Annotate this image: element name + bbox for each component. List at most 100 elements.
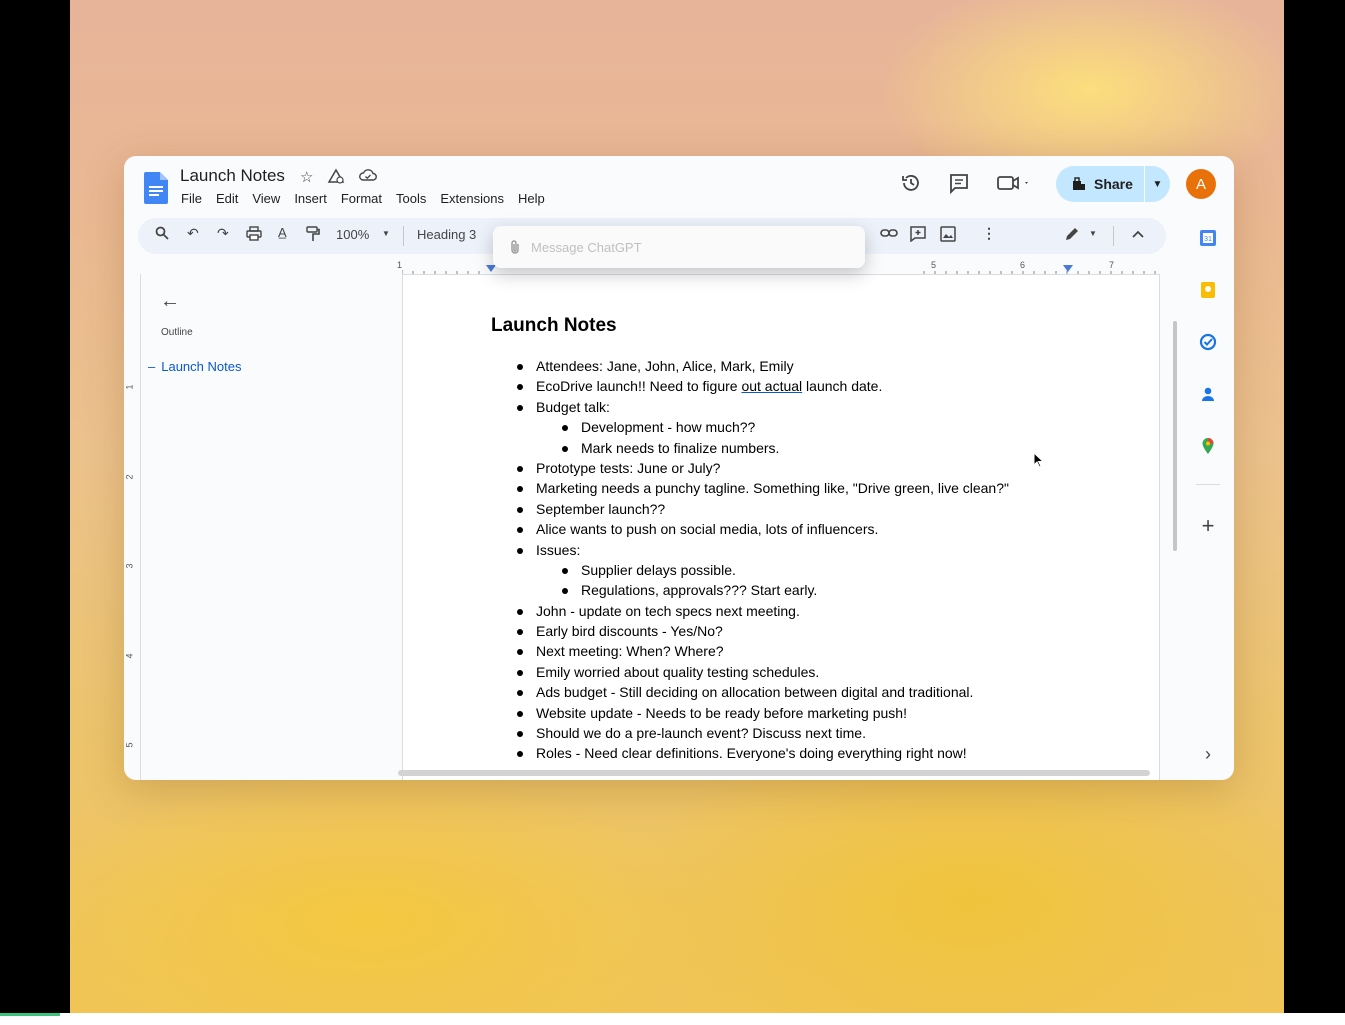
document-heading[interactable]: Launch Notes xyxy=(491,315,617,337)
editing-mode-icon[interactable] xyxy=(1064,226,1080,242)
zoom-dropdown-icon[interactable]: ▼ xyxy=(382,229,390,238)
print-icon[interactable] xyxy=(246,226,262,241)
ruler-number: 1 xyxy=(397,260,403,270)
list-item[interactable]: Roles - Need clear definitions. Everyone… xyxy=(491,743,1009,763)
move-icon[interactable] xyxy=(327,168,345,184)
menu-tools[interactable]: Tools xyxy=(396,191,426,206)
meet-icon[interactable] xyxy=(996,172,1032,194)
list-item-text: EcoDrive launch!! Need to figure xyxy=(536,378,742,395)
search-menus-icon[interactable] xyxy=(155,226,169,240)
svg-text:31: 31 xyxy=(1204,236,1212,243)
bullet-list[interactable]: Attendees: Jane, John, Alice, Mark, Emil… xyxy=(491,356,1009,764)
redo-icon[interactable]: ↷ xyxy=(217,225,229,242)
menu-edit[interactable]: Edit xyxy=(216,191,238,206)
ruler-number: 3 xyxy=(124,563,135,569)
list-item[interactable]: Regulations, approvals??? Start early. xyxy=(491,580,1009,600)
comments-icon[interactable] xyxy=(948,172,970,194)
outline-dash: – xyxy=(148,359,156,374)
outline-item-label: Launch Notes xyxy=(161,359,242,374)
version-history-icon[interactable] xyxy=(900,172,922,194)
share-main[interactable]: Share xyxy=(1056,176,1144,192)
ruler-number: 6 xyxy=(1020,260,1026,270)
ruler-number: 7 xyxy=(1109,260,1115,270)
share-button[interactable]: Share ▼ xyxy=(1056,166,1170,202)
add-comment-icon[interactable] xyxy=(910,226,926,242)
ruler-number: 5 xyxy=(931,260,937,270)
header-actions xyxy=(900,172,1032,194)
calendar-icon[interactable]: 31 xyxy=(1196,226,1220,250)
contacts-icon[interactable] xyxy=(1196,382,1220,406)
mouse-pointer-icon xyxy=(1033,452,1045,468)
menu-help[interactable]: Help xyxy=(518,191,545,206)
spellcheck-suggestion[interactable]: out actual xyxy=(741,378,802,394)
star-icon[interactable]: ☆ xyxy=(300,168,313,186)
right-indent-marker xyxy=(1063,265,1073,272)
ruler-number: 1 xyxy=(124,384,135,390)
side-panel-divider xyxy=(1196,484,1220,485)
share-lock-icon xyxy=(1073,177,1085,190)
list-item[interactable]: Budget talk: xyxy=(491,397,1009,417)
chatgpt-message-bar[interactable]: Message ChatGPT xyxy=(493,226,865,268)
list-item[interactable]: Alice wants to push on social media, lot… xyxy=(491,519,1009,539)
list-item[interactable]: EcoDrive launch!! Need to figure out act… xyxy=(491,376,1009,396)
chatgpt-input-placeholder: Message ChatGPT xyxy=(531,239,642,255)
insert-link-icon[interactable] xyxy=(880,226,898,240)
document-title[interactable]: Launch Notes xyxy=(180,166,285,186)
list-item[interactable]: Mark needs to finalize numbers. xyxy=(491,438,1009,458)
bottom-strip xyxy=(0,1013,1345,1025)
zoom-select[interactable]: 100% xyxy=(336,227,369,242)
list-item[interactable]: Early bird discounts - Yes/No? xyxy=(491,621,1009,641)
outline-label: Outline xyxy=(161,327,193,338)
list-item[interactable]: Next meeting: When? Where? xyxy=(491,641,1009,661)
progress-bar xyxy=(0,1013,60,1016)
list-item[interactable]: Ads budget - Still deciding on allocatio… xyxy=(491,682,1009,702)
list-item[interactable]: Website update - Needs to be ready befor… xyxy=(491,703,1009,723)
add-icon[interactable]: + xyxy=(1196,513,1220,538)
menu-extensions[interactable]: Extensions xyxy=(440,191,504,206)
list-item[interactable]: Prototype tests: June or July? xyxy=(491,458,1009,478)
list-item[interactable]: Emily worried about quality testing sche… xyxy=(491,662,1009,682)
document-page[interactable]: Launch Notes Attendees: Jane, John, Alic… xyxy=(402,275,1160,780)
list-item[interactable]: Supplier delays possible. xyxy=(491,560,1009,580)
insert-image-icon[interactable] xyxy=(940,226,956,242)
docs-window: Launch Notes ☆ File Edit View Insert For… xyxy=(124,156,1234,780)
outline-back-arrow-icon[interactable]: ← xyxy=(160,290,180,313)
undo-icon[interactable]: ↶ xyxy=(187,225,199,242)
keep-icon[interactable] xyxy=(1196,278,1220,302)
paint-format-icon[interactable] xyxy=(306,226,320,242)
list-item[interactable]: Marketing needs a punchy tagline. Someth… xyxy=(491,478,1009,498)
docs-logo-icon[interactable] xyxy=(144,172,168,204)
menu-format[interactable]: Format xyxy=(341,191,382,206)
list-item[interactable]: John - update on tech specs next meeting… xyxy=(491,601,1009,621)
menu-insert[interactable]: Insert xyxy=(294,191,327,206)
list-item[interactable]: Issues: xyxy=(491,540,1009,560)
ruler-number: 2 xyxy=(124,474,135,480)
cloud-status-icon[interactable] xyxy=(359,168,378,182)
collapse-menus-icon[interactable] xyxy=(1132,229,1144,239)
list-item[interactable]: Development - how much?? xyxy=(491,417,1009,437)
tasks-icon[interactable] xyxy=(1196,330,1220,354)
more-options-icon[interactable]: ⋮ xyxy=(982,225,996,242)
maps-icon[interactable] xyxy=(1196,434,1220,458)
paragraph-style-select[interactable]: Heading 3 xyxy=(417,227,476,242)
list-item[interactable]: September launch?? xyxy=(491,499,1009,519)
vertical-ruler: 1 2 3 4 5 xyxy=(124,274,141,780)
share-label: Share xyxy=(1094,176,1133,192)
horizontal-scrollbar[interactable] xyxy=(398,770,1150,776)
menu-view[interactable]: View xyxy=(252,191,280,206)
avatar[interactable]: A xyxy=(1186,169,1216,199)
vertical-scrollbar[interactable] xyxy=(1173,321,1177,551)
title-icons: ☆ xyxy=(300,168,378,186)
spellcheck-icon[interactable]: A̲ xyxy=(278,225,287,240)
ruler-number: 5 xyxy=(124,742,135,748)
list-item[interactable]: Should we do a pre-launch event? Discuss… xyxy=(491,723,1009,743)
editing-mode-dropdown-icon[interactable]: ▼ xyxy=(1089,229,1097,238)
menu-bar: File Edit View Insert Format Tools Exten… xyxy=(181,191,545,206)
menu-file[interactable]: File xyxy=(181,191,202,206)
list-item[interactable]: Attendees: Jane, John, Alice, Mark, Emil… xyxy=(491,356,1009,376)
share-dropdown-icon[interactable]: ▼ xyxy=(1145,179,1170,190)
outline-item-launch-notes[interactable]: – Launch Notes xyxy=(148,359,241,374)
list-item-text: launch date. xyxy=(802,378,883,395)
chevron-right-icon[interactable]: › xyxy=(1196,742,1220,766)
attach-icon[interactable] xyxy=(509,239,521,255)
